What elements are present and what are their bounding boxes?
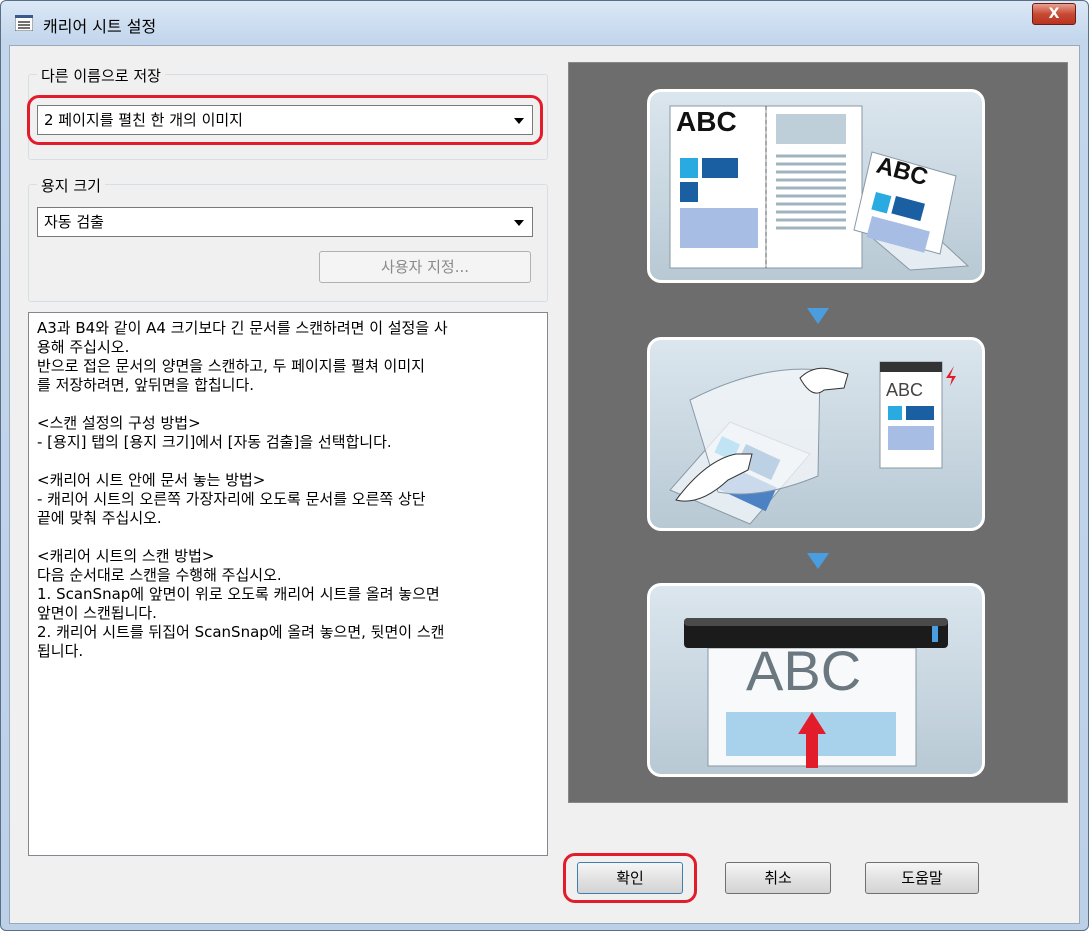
paper-size-group: 용지 크기 자동 검출 사용자 지정...	[28, 175, 548, 302]
step-arrow-1	[807, 308, 829, 324]
preview-card-scanning: ABC	[647, 583, 985, 777]
paper-size-selected-value: 자동 검출	[44, 213, 104, 231]
ok-button-highlight	[563, 853, 697, 903]
preview-abc-text-scan: ABC	[746, 639, 862, 702]
paper-size-group-label: 용지 크기	[37, 175, 105, 196]
description-text: A3과 B4와 같이 A4 크기보다 긴 문서를 스캔하려면 이 설정을 사 용…	[28, 312, 548, 856]
preview-abc-text-sheet: ABC	[886, 380, 924, 400]
preview-abc-text-left: ABC	[676, 106, 737, 137]
paper-size-dropdown[interactable]: 자동 검출	[37, 207, 533, 237]
preview-panel: ABC ABC ABC ABC	[568, 62, 1068, 803]
carrier-sheet-settings-dialog: 캐리어 시트 설정 X 다른 이름으로 저장 2 페이지를 펼친 한 개의 이미…	[0, 0, 1089, 931]
custom-size-button[interactable]: 사용자 지정...	[319, 251, 531, 283]
save-as-group-label: 다른 이름으로 저장	[37, 65, 165, 86]
dialog-body: 다른 이름으로 저장 2 페이지를 펼친 한 개의 이미지 용지 크기 자동 검…	[9, 45, 1080, 924]
chevron-down-icon	[514, 220, 524, 226]
step-arrow-2	[807, 553, 829, 569]
save-as-group: 다른 이름으로 저장 2 페이지를 펼친 한 개의 이미지	[27, 65, 548, 160]
help-button[interactable]: 도움말	[865, 862, 979, 894]
title-bar: 캐리어 시트 설정 X	[1, 1, 1088, 45]
save-as-highlight	[27, 95, 543, 145]
window-title: 캐리어 시트 설정	[43, 17, 157, 36]
preview-card-open-document: ABC ABC	[647, 89, 985, 283]
preview-card-insert-sheet: ABC	[647, 337, 985, 531]
close-button[interactable]: X	[1032, 3, 1076, 25]
window-menu-icon[interactable]	[15, 15, 33, 31]
cancel-button[interactable]: 취소	[725, 862, 831, 894]
insert-sheet-illustration	[669, 361, 956, 525]
